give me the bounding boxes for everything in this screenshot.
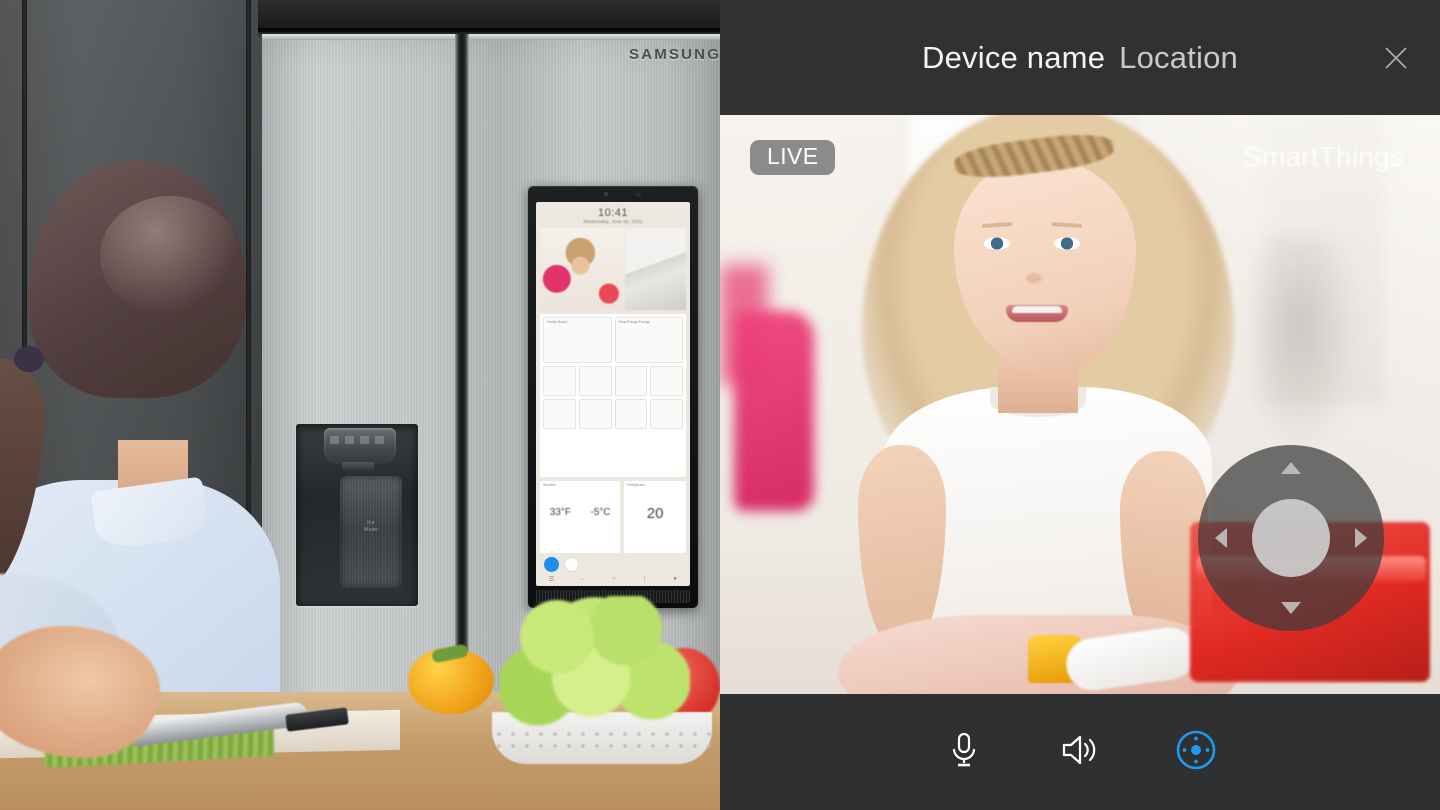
hub-nav-back-icon: ← [580, 576, 587, 582]
microphone-icon [946, 731, 982, 774]
dispenser-keypad [330, 436, 390, 444]
child-eye-left [984, 237, 1010, 250]
hub-weather-widget: Weather 33°F -5°C [540, 481, 621, 553]
dispenser-head [324, 428, 396, 464]
hub-card [543, 366, 576, 396]
pan-tilt-dpad[interactable] [1198, 445, 1384, 631]
hub-nav-icon: ☰ [548, 576, 555, 583]
live-badge: LIVE [750, 140, 836, 175]
hub-nav-apps-icon: ⋮ [641, 576, 648, 583]
woman-hair [28, 160, 246, 398]
hub-weather-label: Weather [543, 483, 556, 487]
location-label: Location [1119, 39, 1238, 75]
hub-widget-section: Family Board SmartThings Energy [540, 314, 686, 477]
family-hub-display: 10:41 Wednesday, June 02, 2021 Family Bo… [528, 186, 698, 608]
woman-hair-tie [14, 346, 44, 372]
pan-tilt-icon [1175, 729, 1217, 776]
hub-card [614, 366, 648, 396]
dpad-up-icon[interactable] [1281, 462, 1301, 474]
refrigerator-top-edge [262, 34, 720, 40]
volume-button[interactable] [1022, 694, 1138, 810]
close-button[interactable] [1378, 40, 1414, 76]
hub-bottom-widgets: Weather 33°F -5°C Refrigerator 20 [540, 481, 686, 553]
microphone-button[interactable] [906, 694, 1022, 810]
pan-tilt-button[interactable] [1138, 694, 1254, 810]
hub-sensor-icon [636, 192, 641, 197]
dispenser-paddle: Ice Water [340, 476, 402, 588]
woman-hand [0, 626, 160, 758]
hub-navigation-bar: ☰ ← ○ ⋮ ● [536, 572, 690, 586]
hub-card: Family Board [543, 317, 612, 363]
speaker-icon [1060, 733, 1100, 772]
smartthings-camera-viewer: Device name Location LIVE SmartThings [720, 0, 1440, 810]
water-dispenser: Ice Water [296, 424, 418, 606]
viewer-title-group: Device name Location [922, 40, 1238, 76]
hub-camera-previews [540, 228, 686, 310]
hub-weather-value: -5°C [590, 507, 611, 518]
viewer-header: Device name Location [720, 0, 1440, 115]
hub-date: Wednesday, June 02, 2021 [583, 219, 643, 224]
hub-fridge-widget: Refrigerator 20 [624, 481, 686, 553]
dpad-right-icon[interactable] [1355, 528, 1367, 548]
hub-app-shortcuts [536, 553, 690, 572]
dispenser-spout [342, 462, 374, 472]
hub-card-label: Family Board [547, 320, 567, 324]
feed-shadow [1240, 235, 1360, 455]
device-name-label: Device name [922, 39, 1106, 75]
hub-app-akg-icon [564, 557, 579, 572]
close-icon [1381, 43, 1411, 73]
dpad-left-icon[interactable] [1215, 528, 1227, 548]
hub-fridge-temp: 20 [646, 505, 664, 522]
camera-live-feed[interactable]: LIVE SmartThings [720, 115, 1440, 694]
child-eye-right [1054, 237, 1080, 250]
hub-card [578, 366, 612, 396]
smartthings-watermark: SmartThings [1243, 141, 1404, 172]
hub-camera-icon [604, 192, 608, 196]
hub-card: SmartThings Energy [614, 317, 683, 363]
samsung-logo: SAMSUNG [629, 46, 720, 63]
child-teeth [1012, 306, 1062, 313]
dispenser-label: Ice Water [363, 520, 379, 533]
hub-weather-value: 33°F [549, 507, 571, 518]
hub-widget-row [543, 366, 683, 396]
dpad-down-icon[interactable] [1281, 602, 1301, 614]
kitchen-photo-panel: SAMSUNG Ice Water 10:41 Wednesday, June 0… [0, 0, 720, 810]
hub-nav-home-icon: ○ [612, 576, 616, 582]
hub-card [614, 399, 648, 429]
hub-card-label: SmartThings Energy [618, 320, 650, 324]
hub-widget-row [543, 399, 683, 429]
hub-nav-alert-icon: ● [673, 576, 677, 582]
hub-card [650, 366, 683, 396]
hub-card [578, 399, 612, 429]
hub-camera-preview-room [625, 228, 686, 310]
hub-card [543, 399, 576, 429]
hub-screen: 10:41 Wednesday, June 02, 2021 Family Bo… [536, 202, 690, 586]
hub-camera-preview-child [540, 228, 625, 310]
screen-root: SAMSUNG Ice Water 10:41 Wednesday, June 0… [0, 0, 1440, 810]
hub-widget-row: Family Board SmartThings Energy [543, 317, 683, 363]
hub-weather-values: 33°F -5°C [540, 487, 620, 518]
viewer-toolbar [720, 694, 1440, 810]
lettuce [500, 596, 690, 732]
kitchen-counter [0, 574, 720, 810]
dpad-center-button[interactable] [1252, 499, 1330, 577]
hub-time: 10:41 [597, 207, 629, 219]
hub-clock: 10:41 Wednesday, June 02, 2021 [536, 202, 690, 224]
woman-hair-highlight [100, 196, 240, 316]
hub-card [650, 399, 683, 429]
feed-pink-object [734, 311, 814, 511]
hub-app-smartthings-icon [544, 557, 559, 572]
child-nose [1026, 273, 1042, 283]
